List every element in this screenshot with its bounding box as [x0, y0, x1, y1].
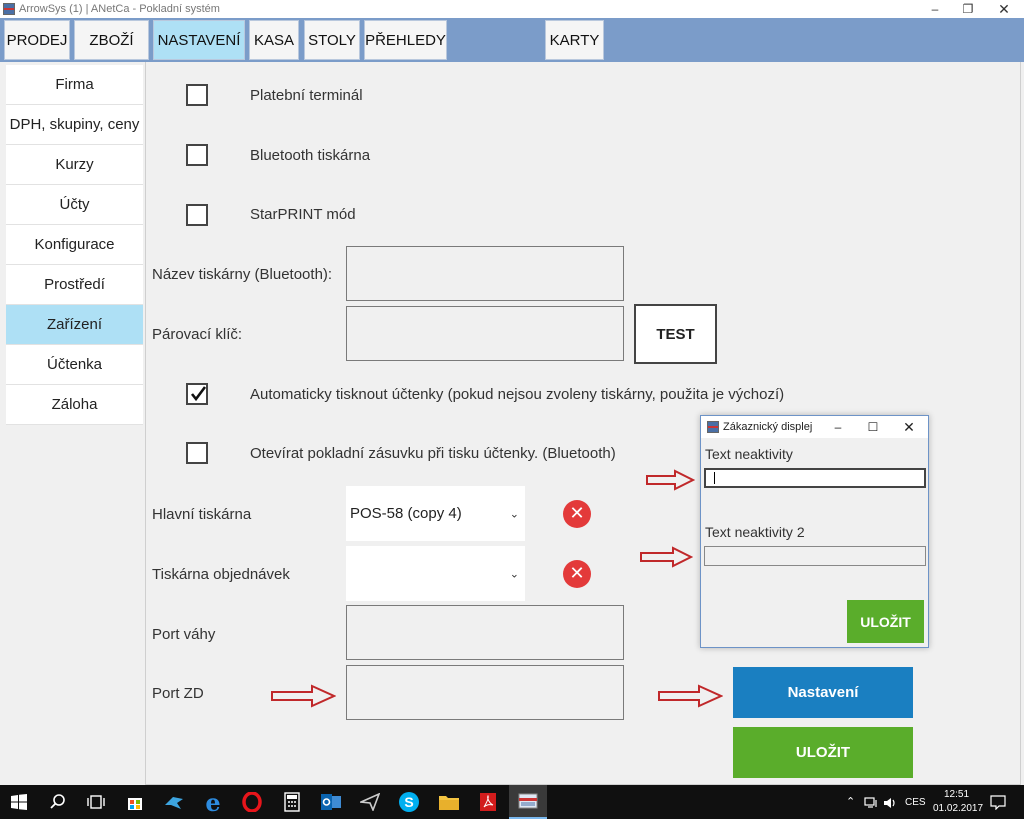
otevirat-zasuvku-label: Otevírat pokladní zásuvku při tisku účte…	[250, 445, 616, 462]
calculator-icon[interactable]	[273, 785, 311, 819]
network-icon[interactable]	[864, 797, 878, 809]
dialog-minimize-icon[interactable]: –	[823, 416, 853, 438]
store-icon[interactable]	[116, 785, 154, 819]
parovaci-klic-input[interactable]	[346, 306, 624, 361]
tab-kasa[interactable]: KASA	[249, 20, 299, 60]
clock-time[interactable]: 12:51	[944, 789, 969, 800]
tab-zbozi[interactable]: ZBOŽÍ	[74, 20, 149, 60]
start-windows-icon[interactable]	[0, 785, 38, 819]
tiskarna-objednavek-select[interactable]: ⌄	[346, 546, 525, 601]
sidebar-item-prostredi[interactable]: Prostředí	[6, 265, 143, 305]
checkmark-icon	[190, 386, 207, 402]
chevron-down-icon: ⌄	[509, 568, 519, 580]
arrow-icon	[658, 684, 723, 708]
bluetooth-tiskarna-label: Bluetooth tiskárna	[250, 147, 371, 164]
ulozit-button[interactable]: ULOŽIT	[733, 727, 913, 778]
bird-app-icon[interactable]	[155, 785, 193, 819]
nazev-tiskarny-input[interactable]	[346, 246, 624, 301]
text-neaktivity-2-label: Text neaktivity 2	[705, 524, 805, 540]
platebni-terminal-checkbox[interactable]	[186, 84, 208, 106]
sidebar-item-zarizeni[interactable]: Zařízení	[6, 305, 143, 345]
tab-nastaveni[interactable]: NASTAVENÍ	[153, 20, 245, 60]
tab-prehledy[interactable]: PŘEHLEDY	[364, 20, 447, 60]
windows-taskbar: e S ⌃ CES 12:51 01.02.2017	[0, 785, 1024, 819]
app-icon	[3, 3, 15, 15]
sidebar-item-firma[interactable]: Firma	[6, 65, 143, 105]
auto-tisk-checkbox[interactable]	[186, 383, 208, 405]
dialog-title: Zákaznický displej	[723, 421, 813, 433]
opera-icon[interactable]	[233, 785, 271, 819]
text-neaktivity-2-input[interactable]	[704, 546, 926, 566]
tab-stoly[interactable]: STOLY	[304, 20, 360, 60]
text-neaktivity-input[interactable]	[704, 468, 926, 488]
sidebar-item-dph[interactable]: DPH, skupiny, ceny	[6, 105, 143, 145]
dialog-close-icon[interactable]: ✕	[894, 416, 924, 438]
app-icon	[707, 421, 719, 433]
starprint-checkbox[interactable]	[186, 204, 208, 226]
nastaveni-button[interactable]: Nastavení	[733, 667, 913, 718]
main-menu-bar: PRODEJ ZBOŽÍ NASTAVENÍ KASA STOLY PŘEHLE…	[0, 18, 1024, 62]
otevirat-zasuvku-checkbox[interactable]	[186, 442, 208, 464]
window-titlebar: ArrowSys (1) | ANetCa - Pokladní systém …	[0, 0, 1024, 18]
text-neaktivity-label: Text neaktivity	[705, 446, 793, 462]
tab-karty[interactable]: KARTY	[545, 20, 604, 60]
port-vahy-input[interactable]	[346, 605, 624, 660]
close-icon[interactable]: ✕	[986, 0, 1022, 18]
restore-icon[interactable]: ❐	[950, 0, 986, 18]
dialog-titlebar: Zákaznický displej – ☐ ✕	[701, 416, 928, 438]
search-icon[interactable]	[39, 785, 77, 819]
notifications-icon[interactable]	[990, 795, 1006, 810]
task-view-icon[interactable]	[77, 785, 115, 819]
remove-hlavni-tiskarna-icon[interactable]: ✕	[563, 500, 591, 528]
file-explorer-icon[interactable]	[430, 785, 468, 819]
language-indicator[interactable]: CES	[905, 797, 926, 808]
port-vahy-label: Port váhy	[152, 626, 216, 643]
window-title: ArrowSys (1) | ANetCa - Pokladní systém	[19, 3, 220, 15]
arrow-icon	[271, 684, 336, 708]
bluetooth-tiskarna-checkbox[interactable]	[186, 144, 208, 166]
dialog-maximize-icon[interactable]: ☐	[858, 416, 888, 438]
platebni-terminal-label: Platební terminál	[250, 87, 363, 104]
dialog-save-button[interactable]: ULOŽIT	[847, 600, 924, 643]
remove-tiskarna-objednavek-icon[interactable]: ✕	[563, 560, 591, 588]
volume-icon[interactable]	[883, 797, 897, 809]
nazev-tiskarny-label: Název tiskárny (Bluetooth):	[152, 266, 333, 283]
clock-date[interactable]: 01.02.2017	[933, 803, 983, 814]
sidebar-item-ucty[interactable]: Účty	[6, 185, 143, 225]
tab-prodej[interactable]: PRODEJ	[4, 20, 70, 60]
customer-display-dialog: Zákaznický displej – ☐ ✕ Text neaktivity…	[700, 415, 929, 648]
minimize-icon[interactable]: –	[917, 0, 953, 18]
starprint-label: StarPRINT mód	[250, 206, 356, 223]
sidebar-item-konfigurace[interactable]: Konfigurace	[6, 225, 143, 265]
tiskarna-objednavek-label: Tiskárna objednávek	[152, 566, 290, 583]
arrow-icon	[640, 546, 693, 568]
sidebar-item-zaloha[interactable]: Záloha	[6, 385, 143, 425]
skype-icon[interactable]: S	[390, 785, 428, 819]
hlavni-tiskarna-select[interactable]: POS-58 (copy 4) ⌄	[346, 486, 525, 541]
send-app-icon[interactable]	[351, 785, 389, 819]
hlavni-tiskarna-label: Hlavní tiskárna	[152, 506, 252, 523]
chevron-up-icon[interactable]: ⌃	[846, 795, 855, 808]
acrobat-icon[interactable]	[469, 785, 507, 819]
sidebar-item-kurzy[interactable]: Kurzy	[6, 145, 143, 185]
auto-tisk-label: Automaticky tisknout účtenky (pokud nejs…	[250, 386, 785, 403]
outlook-icon[interactable]	[312, 785, 350, 819]
edge-icon[interactable]: e	[194, 785, 232, 819]
settings-sidebar: Firma DPH, skupiny, ceny Kurzy Účty Konf…	[6, 65, 143, 425]
arrow-icon	[646, 469, 695, 491]
port-zd-label: Port ZD	[152, 685, 204, 702]
test-button[interactable]: TEST	[634, 304, 717, 364]
arrowsys-app-icon[interactable]	[509, 785, 547, 819]
text-cursor	[714, 472, 715, 484]
parovaci-klic-label: Párovací klíč:	[152, 326, 243, 343]
sidebar-item-uctenka[interactable]: Účtenka	[6, 345, 143, 385]
hlavni-tiskarna-value: POS-58 (copy 4)	[350, 505, 462, 522]
port-zd-input[interactable]	[346, 665, 624, 720]
chevron-down-icon: ⌄	[509, 508, 519, 520]
